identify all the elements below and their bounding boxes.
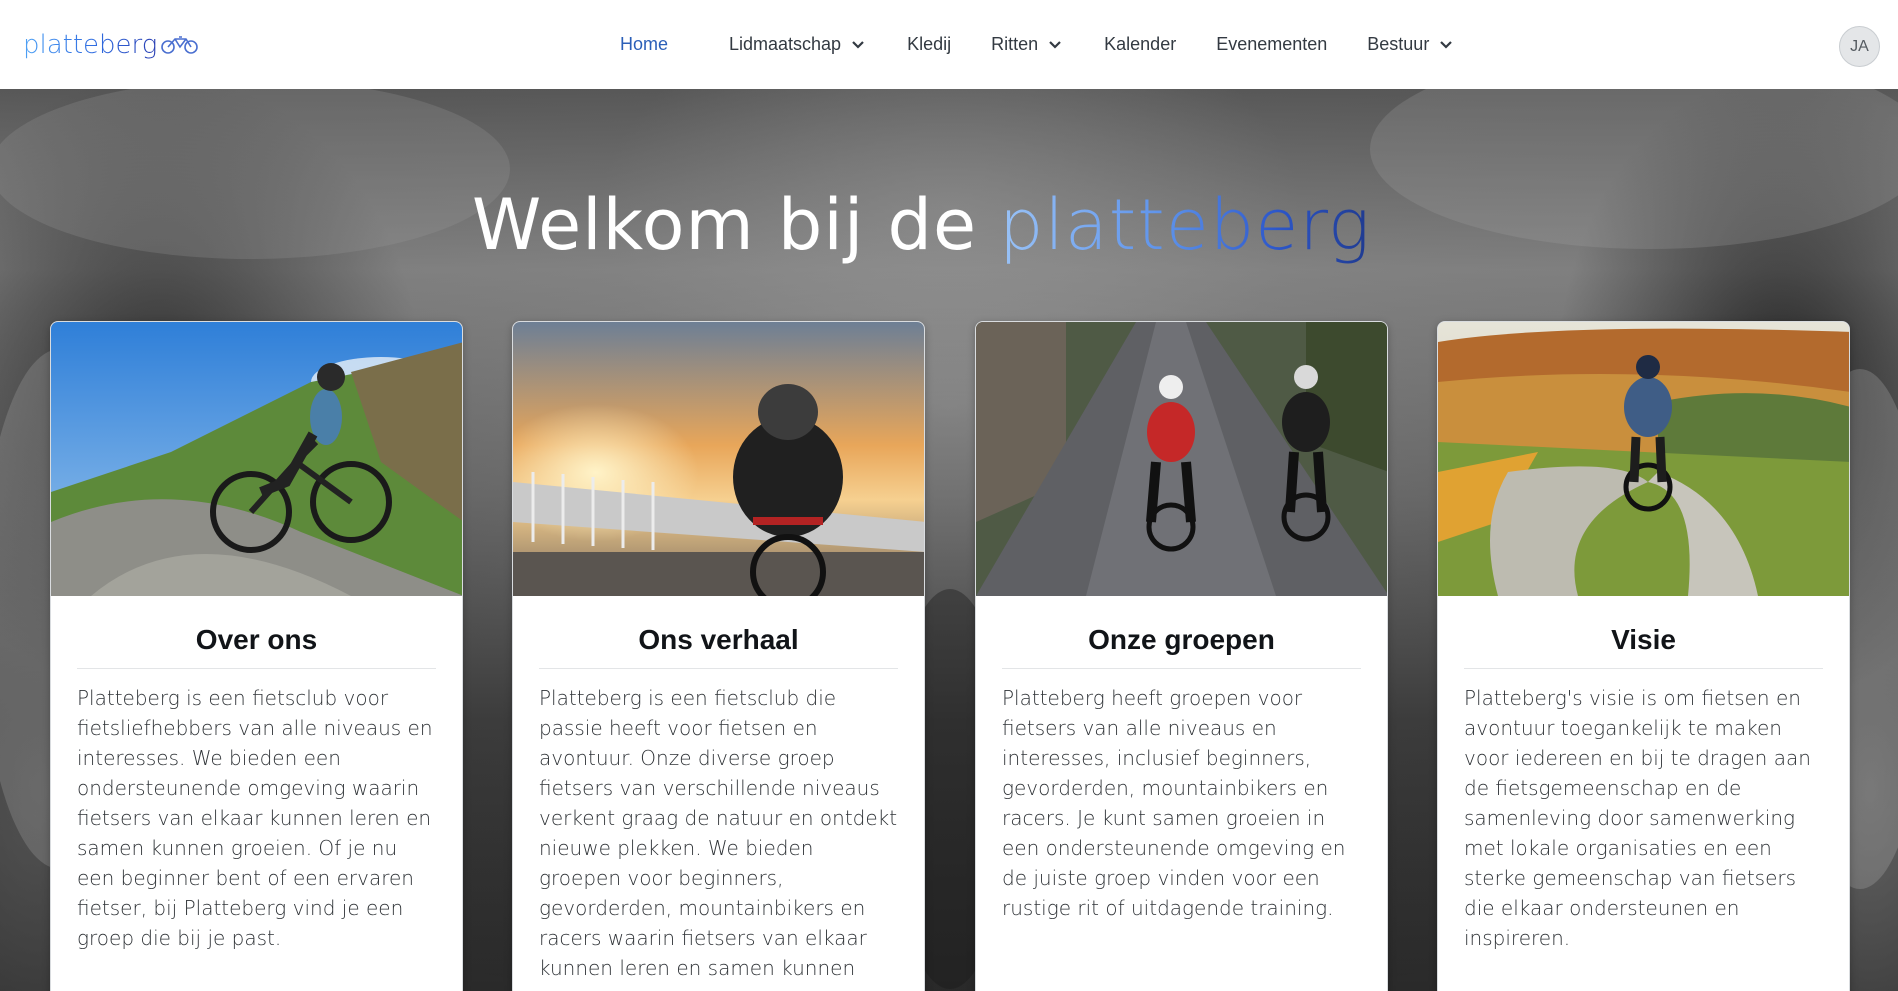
main-nav: Home Lidmaatschap Kledij Ritten Kalender… (620, 0, 1453, 89)
user-avatar[interactable]: JA (1839, 26, 1880, 67)
nav-kalender-label: Kalender (1104, 34, 1177, 54)
nav-evenementen[interactable]: Evenementen (1216, 0, 1327, 89)
nav-evenementen-label: Evenementen (1216, 34, 1328, 54)
card-title: Ons verhaal (539, 624, 898, 669)
chevron-down-icon (851, 40, 865, 50)
nav-ritten-label: Ritten (991, 34, 1039, 54)
hero-title-brand: platteberg (999, 184, 1371, 266)
card-title: Over ons (77, 624, 436, 669)
top-navbar: platteberg Home Lidmaatschap Kledij Ritt… (0, 0, 1898, 89)
nav-kalender[interactable]: Kalender (1104, 0, 1176, 89)
card-onze-groepen: Onze groepen Platteberg heeft groepen vo… (975, 321, 1388, 991)
nav-kledij-label: Kledij (907, 34, 952, 54)
nav-lidmaatschap-label: Lidmaatschap (729, 34, 842, 54)
card-image-mountain-biker (51, 322, 462, 596)
card-title: Onze groepen (1002, 624, 1361, 669)
nav-kledij[interactable]: Kledij (907, 0, 951, 89)
card-image-sunset-cyclist (513, 322, 924, 596)
card-visie: Visie Platteberg's visie is om fietsen e… (1437, 321, 1850, 991)
card-over-ons: Over ons Platteberg is een fietsclub voo… (50, 321, 463, 991)
card-image-autumn-cyclist (1438, 322, 1849, 596)
card-image-road-cyclists (976, 322, 1387, 596)
card-text: Platteberg heeft groepen voor fietsers v… (1002, 686, 1346, 920)
card-text: Platteberg's visie is om fietsen en avon… (1464, 686, 1811, 950)
nav-home-label: Home (620, 34, 669, 54)
logo-text: platteberg (23, 30, 158, 60)
bicycle-icon (160, 35, 200, 59)
card-title: Visie (1464, 624, 1823, 669)
nav-ritten[interactable]: Ritten (991, 0, 1062, 89)
nav-lidmaatschap[interactable]: Lidmaatschap (729, 0, 865, 89)
hero-title: Welkom bij de platteberg (472, 184, 1371, 274)
card-text: Platteberg is een fietsclub die passie h… (539, 686, 898, 980)
nav-bestuur[interactable]: Bestuur (1367, 0, 1453, 89)
chevron-down-icon (1048, 40, 1062, 50)
avatar-initials: JA (1850, 37, 1869, 55)
nav-home[interactable]: Home (620, 0, 710, 89)
card-ons-verhaal: Ons verhaal Platteberg is een fietsclub … (512, 321, 925, 991)
hero-title-prefix: Welkom bij de (472, 184, 978, 266)
nav-bestuur-label: Bestuur (1367, 34, 1430, 54)
hero-section: Welkom bij de platteberg Over ons Platte… (0, 89, 1898, 991)
chevron-down-icon (1439, 40, 1453, 50)
site-logo[interactable]: platteberg (23, 31, 200, 59)
card-text: Platteberg is een fietsclub voor fietsli… (77, 686, 433, 950)
